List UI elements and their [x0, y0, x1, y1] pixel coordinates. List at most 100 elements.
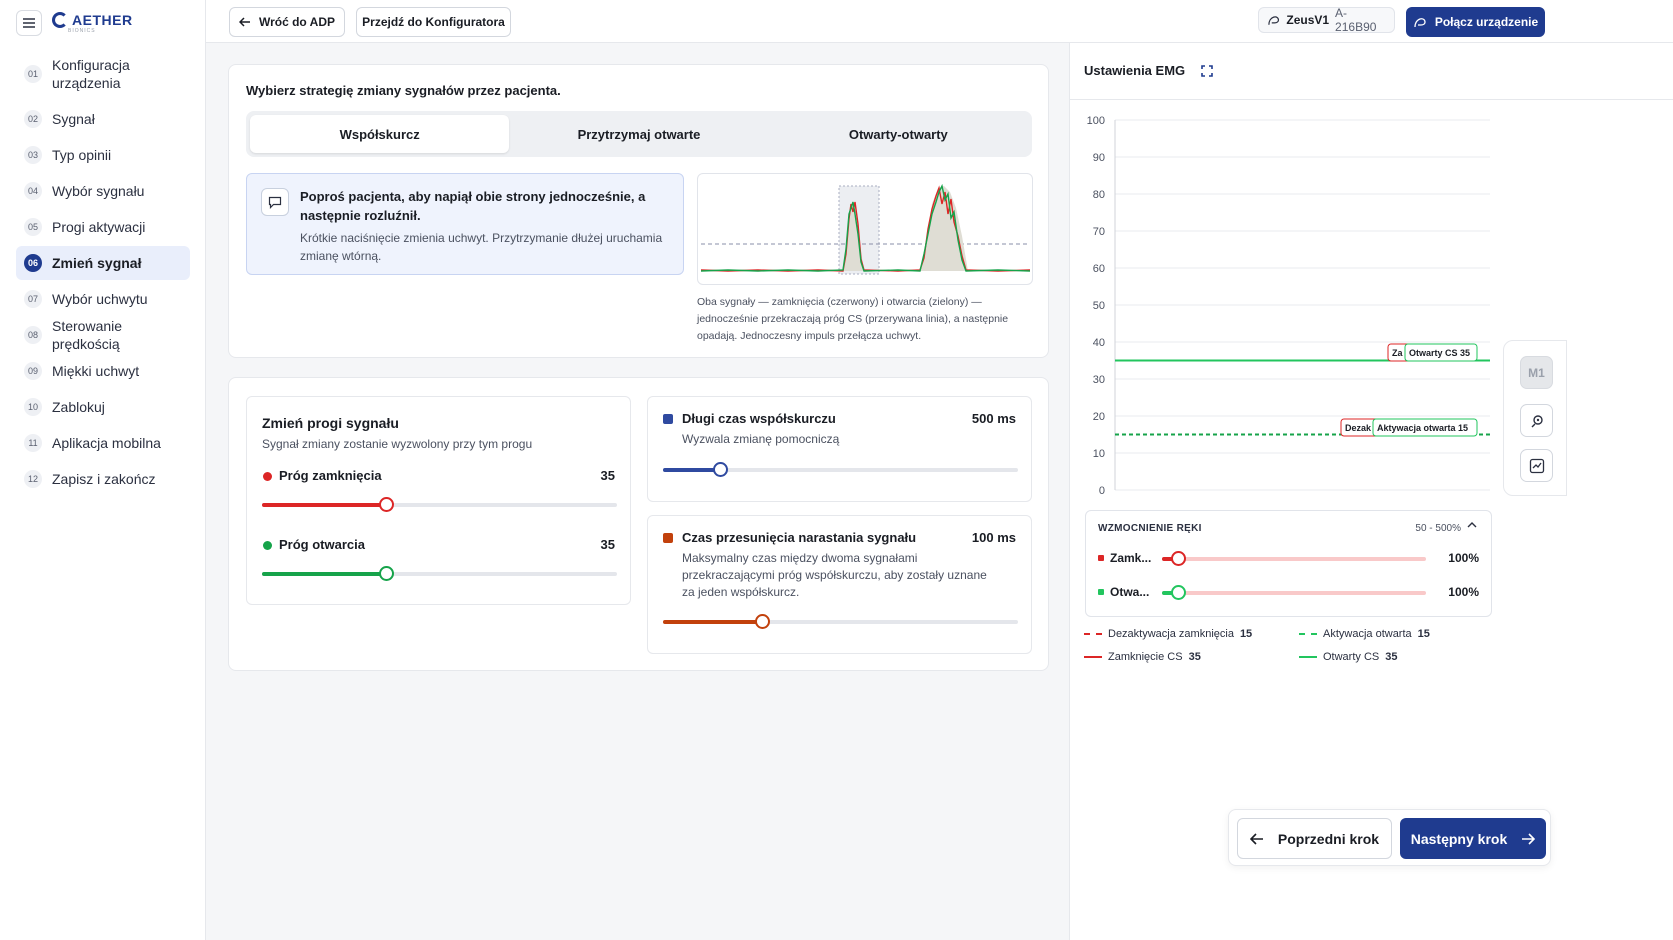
m1-button[interactable]: M1	[1520, 356, 1553, 389]
open-slider-thumb[interactable]	[379, 566, 394, 581]
y-grid: 1009080706050403020100	[1087, 115, 1490, 497]
gain-close-thumb[interactable]	[1171, 551, 1186, 566]
tag-open-cs: Otwarty CS 35	[1409, 348, 1470, 358]
message-icon	[261, 188, 289, 216]
instruction-detail: Krótkie naciśnięcie zmienia uchwyt. Przy…	[300, 231, 663, 263]
rise-offset-slider[interactable]	[663, 614, 1018, 629]
nav-label: Typ opinii	[52, 147, 112, 163]
open-threshold-slider[interactable]	[262, 566, 617, 581]
y-tick-label: 70	[1093, 226, 1105, 238]
step-number: 03	[24, 146, 42, 164]
legend-value: 35	[1188, 651, 1201, 663]
arrow-left-icon	[1249, 832, 1263, 845]
legend-swatch	[1299, 656, 1317, 658]
nav-item-typ-opinii[interactable]: 03 Typ opinii	[16, 138, 190, 172]
tab-wspolskurcz[interactable]: Współskurcz	[250, 115, 510, 153]
nav-label: Progi aktywacji	[52, 219, 146, 235]
long-cocontraction-panel: Długi czas współskurczu 500 ms Wyzwala z…	[647, 396, 1032, 502]
emg-chart: 1009080706050403020100 Za Otwarty CS 35 …	[1087, 115, 1490, 497]
settings-card: Zmień progi sygnału Sygnał zmiany zostan…	[228, 377, 1049, 671]
nav-label: Aplikacja mobilna	[52, 435, 161, 451]
device-id: A-216B90	[1335, 6, 1377, 34]
y-tick-label: 90	[1093, 152, 1105, 164]
open-color-dot	[263, 541, 272, 550]
gain-close-value: 100%	[1448, 551, 1479, 565]
rise-offset-title: Czas przesunięcia narastania sygnału	[682, 530, 917, 545]
nav-item-zapisz-i-zakoncz[interactable]: 12 Zapisz i zakończ	[16, 462, 190, 496]
nav-item-miekki-uchwyt[interactable]: 09 Miękki uchwyt	[16, 354, 190, 388]
legend-open-cs: Otwarty CS 35	[1299, 651, 1397, 663]
tab-przytrzymaj-otwarte[interactable]: Przytrzymaj otwarte	[509, 115, 768, 153]
y-tick-label: 10	[1093, 448, 1105, 460]
gain-open-thumb[interactable]	[1171, 585, 1186, 600]
next-step-button[interactable]: Następny krok	[1400, 818, 1546, 859]
step-number: 06	[24, 254, 42, 272]
previous-step-label: Poprzedni krok	[1277, 830, 1380, 847]
y-tick-label: 100	[1087, 115, 1105, 127]
chart-tool-button[interactable]	[1520, 449, 1553, 482]
nav-item-progi-aktywacji[interactable]: 05 Progi aktywacji	[16, 210, 190, 244]
step-navigation: Poprzedni krok Następny krok	[1228, 809, 1551, 866]
gain-open-value: 100%	[1448, 585, 1479, 599]
nav-item-wybor-uchwytu[interactable]: 07 Wybór uchwytu	[16, 282, 190, 316]
tab-otwarty-otwarty[interactable]: Otwarty-otwarty	[769, 115, 1028, 153]
nav-item-zablokuj[interactable]: 10 Zablokuj	[16, 390, 190, 424]
chevron-up-icon[interactable]	[1467, 521, 1477, 532]
connect-label: Połącz urządzenie	[1434, 15, 1539, 29]
app-logo[interactable]: AETHER	[52, 12, 133, 28]
close-threshold-label: Próg zamknięcia	[279, 468, 382, 483]
nav-item-konfiguracja[interactable]: 01 Konfiguracja urządzenia	[16, 54, 190, 94]
rise-offset-subtitle: Maksymalny czas między dwoma sygnałami p…	[682, 551, 987, 599]
close-threshold-slider[interactable]	[262, 497, 617, 512]
nav-label: Konfiguracja urządzenia	[52, 57, 130, 91]
logo-icon	[52, 12, 68, 28]
nav-item-aplikacja-mobilna[interactable]: 11 Aplikacja mobilna	[16, 426, 190, 460]
y-tick-label: 40	[1093, 337, 1105, 349]
target-hand-icon	[1531, 414, 1543, 427]
legend-swatch	[1299, 633, 1317, 635]
close-threshold-value: 35	[600, 468, 615, 483]
tag-close-cs: Za	[1392, 348, 1403, 358]
gain-open-slider[interactable]	[1162, 585, 1426, 600]
hand-icon	[1414, 18, 1426, 28]
configurator-label: Przejdź do Konfiguratora	[362, 15, 505, 29]
y-tick-label: 80	[1093, 189, 1105, 201]
long-cocontraction-title: Długi czas współskurczu	[682, 411, 836, 426]
step-number: 12	[24, 470, 42, 488]
nav-label: Wybór sygnału	[52, 183, 145, 199]
thresholds-title: Zmień progi sygnału	[262, 415, 399, 431]
back-to-adp-button[interactable]: Wróć do ADP	[229, 7, 345, 37]
rise-offset-thumb[interactable]	[755, 614, 770, 629]
close-slider-thumb[interactable]	[379, 497, 394, 512]
y-tick-label: 60	[1093, 263, 1105, 275]
menu-toggle-button[interactable]	[16, 10, 42, 36]
logo-subtext: BIONICS	[68, 28, 96, 34]
legend-value: 35	[1385, 651, 1398, 663]
emg-title: Ustawienia EMG	[1084, 63, 1186, 78]
open-slider-fill	[262, 572, 386, 576]
expand-icon[interactable]	[1200, 65, 1213, 77]
previous-step-button[interactable]: Poprzedni krok	[1237, 818, 1392, 859]
step-number: 05	[24, 218, 42, 236]
go-to-configurator-button[interactable]: Przejdź do Konfiguratora	[356, 7, 511, 37]
calibrate-tool-button[interactable]	[1520, 404, 1553, 437]
gain-close-slider[interactable]	[1162, 551, 1426, 566]
emg-title-row: Ustawienia EMG	[1084, 63, 1213, 78]
strategy-card: Wybierz strategię zmiany sygnałów przez …	[228, 64, 1049, 358]
hand-icon	[1268, 16, 1280, 25]
gain-range: 50 - 500%	[1415, 523, 1461, 534]
long-cocontraction-thumb[interactable]	[713, 462, 728, 477]
nav-item-wybor-sygnalu[interactable]: 04 Wybór sygnału	[16, 174, 190, 208]
gain-close-color	[1098, 555, 1104, 561]
back-label: Wróć do ADP	[258, 15, 335, 29]
nav-item-sterowanie-predkoscia[interactable]: 08 Sterowanie prędkością	[16, 318, 190, 352]
nav-label: Wybór uchwytu	[52, 291, 148, 307]
legend-label: Zamknięcie CS	[1108, 651, 1183, 663]
long-cocontraction-slider[interactable]	[663, 462, 1018, 477]
cs-tags: Za Otwarty CS 35	[1387, 343, 1478, 362]
nav-item-zmien-sygnal[interactable]: 06 Zmień sygnał	[16, 246, 190, 280]
nav-item-sygnal[interactable]: 02 Sygnał	[16, 102, 190, 136]
tag-activation: Aktywacja otwarta 15	[1377, 423, 1468, 433]
arrow-right-icon	[1522, 832, 1536, 845]
connect-device-button[interactable]: Połącz urządzenie	[1406, 7, 1545, 37]
